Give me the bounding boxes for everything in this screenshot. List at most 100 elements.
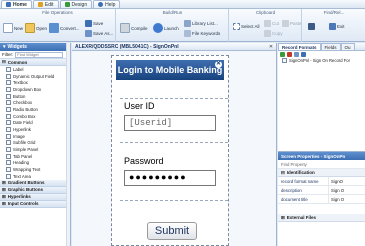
widget-icon <box>6 120 11 126</box>
select-all-icon <box>233 23 240 30</box>
screen-body: User ID [Userid] Password ●●●●●●●●● Subm… <box>116 80 228 242</box>
find-button[interactable] <box>308 23 315 30</box>
convert-button[interactable]: Convert... <box>49 23 80 33</box>
close-icon[interactable]: ✕ <box>215 61 222 68</box>
category-item[interactable]: ⊞ Hyperlinks <box>0 193 70 201</box>
property-value[interactable]: Sign O <box>328 195 365 203</box>
tab-label: Edit <box>44 1 54 8</box>
library-list-button[interactable]: Library List... <box>184 20 218 27</box>
widget-item[interactable]: Heading <box>0 160 70 167</box>
record-toolbar <box>278 51 365 58</box>
move-up-icon[interactable] <box>301 52 306 57</box>
paste-button[interactable]: Paste <box>282 20 302 27</box>
category-item[interactable]: ⊞ Graphic Buttons <box>0 186 70 194</box>
widget-icon <box>6 147 11 153</box>
submit-button[interactable]: Submit <box>147 222 197 240</box>
widgets-panel-header: ▾ Widgets <box>0 43 70 51</box>
save-button[interactable]: Save <box>85 20 103 27</box>
tab-record-formats[interactable]: Record Formats <box>278 43 321 50</box>
property-key: description <box>281 187 302 193</box>
widget-item[interactable]: Dropdown Box <box>0 86 70 93</box>
file-keywords-button[interactable]: File Keywords <box>184 30 220 37</box>
find-property-label[interactable]: Find Property <box>278 162 328 167</box>
new-button[interactable]: New <box>3 23 23 33</box>
compile-button[interactable]: Compile <box>120 23 148 33</box>
tab-output[interactable]: Ou <box>340 43 355 50</box>
open-button[interactable]: Open <box>25 23 47 33</box>
userid-field[interactable]: [Userid] <box>124 115 216 131</box>
binoculars-icon <box>308 23 315 30</box>
cut-icon <box>264 20 271 27</box>
category-common[interactable]: ⊟ Common <box>0 59 70 66</box>
tab-fields[interactable]: Fields <box>320 43 341 50</box>
password-label[interactable]: Password <box>124 156 164 166</box>
widgets-icon: ▾ <box>3 44 6 50</box>
launch-button[interactable]: Launch <box>153 23 179 33</box>
mobile-screen: Login to Mobile Banking ✕ User ID [Useri… <box>111 55 229 246</box>
tab-help[interactable]: Help <box>93 0 121 8</box>
widget-item[interactable]: Hyperlink <box>0 126 70 133</box>
widget-item[interactable]: Label <box>0 66 70 73</box>
collapse-icon: ⊟ <box>281 169 285 175</box>
widget-item[interactable]: Subfile Grid <box>0 140 70 147</box>
expand-icon: ⊞ <box>2 179 6 185</box>
widget-item[interactable]: Image <box>0 133 70 140</box>
new-file-icon <box>3 23 13 33</box>
widget-filter-input[interactable] <box>15 51 64 58</box>
expand-icon: ⊞ <box>2 193 6 199</box>
widget-item[interactable]: Tab Panel <box>0 153 70 160</box>
userid-label[interactable]: User ID <box>124 101 155 111</box>
tab-label: Help <box>105 1 116 8</box>
widget-icon <box>6 66 11 72</box>
password-field[interactable]: ●●●●●●●●● <box>124 170 216 186</box>
category-item[interactable]: ⊞ Gradient Buttons <box>0 179 70 187</box>
widget-icon <box>6 93 11 99</box>
copy-icon[interactable] <box>294 52 299 57</box>
screen-header[interactable]: Login to Mobile Banking ✕ <box>116 60 224 80</box>
divider <box>120 142 228 143</box>
widget-item[interactable]: Textbox <box>0 79 70 86</box>
tab-home[interactable]: Home <box>1 0 32 8</box>
save-as-icon <box>85 30 92 37</box>
paste-icon <box>282 20 289 27</box>
property-value[interactable]: Sign O <box>328 186 365 194</box>
widget-item[interactable]: Wrapping Text <box>0 166 70 173</box>
identification-section[interactable]: ⊟ Identification <box>278 169 365 177</box>
divider <box>120 200 228 201</box>
exit-icon <box>329 23 336 30</box>
scrollbar[interactable] <box>66 43 70 246</box>
exit-button[interactable]: Exit <box>329 23 345 30</box>
close-icon[interactable]: ✕ <box>268 44 274 50</box>
widget-icon <box>6 173 11 179</box>
widget-item[interactable]: Simple Panel <box>0 146 70 153</box>
widget-item[interactable]: Button <box>0 93 70 100</box>
menu-tab-bar: Home Edit Design Help <box>0 0 365 9</box>
widget-item[interactable]: Text Area <box>0 173 70 180</box>
file-operations-group: File Operations New Open Convert... Save… <box>0 9 116 42</box>
widget-item[interactable]: Checkbox <box>0 99 70 106</box>
tab-design[interactable]: Design <box>59 0 93 8</box>
tab-edit[interactable]: Edit <box>32 0 59 8</box>
copy-button[interactable]: Copy <box>264 30 283 37</box>
cut-button[interactable]: Cut <box>264 20 279 27</box>
designer-title: ALEXR/QDDSSRC (MBL5041C) - SignOnPnl <box>72 43 276 51</box>
widget-item[interactable]: Combo Box <box>0 113 70 120</box>
property-row[interactable]: document title Sign O <box>278 195 365 204</box>
select-all-button[interactable]: Select All <box>233 23 260 30</box>
category-item[interactable]: ⊞ Input Controls <box>0 200 70 208</box>
widget-item[interactable]: Date Field <box>0 120 70 127</box>
widget-list: Label Dynamic Output Field Textbox Dropdown… <box>0 66 70 180</box>
property-row[interactable]: description Sign O <box>278 186 365 195</box>
record-tree-item[interactable]: SignOnPnl - Sign On Record For <box>278 58 365 63</box>
widget-item[interactable]: Radio Button <box>0 106 70 113</box>
category-list: ⊞ Gradient Buttons ⊞ Graphic Buttons ⊞ Hyperl… <box>0 179 70 208</box>
delete-icon[interactable] <box>287 52 292 57</box>
save-icon <box>85 20 92 27</box>
property-row[interactable]: record format name SignO <box>278 177 365 186</box>
add-icon[interactable] <box>280 52 285 57</box>
save-as-button[interactable]: Save As... <box>85 30 113 37</box>
external-files-section[interactable]: ⊞ External Files <box>278 214 365 222</box>
widget-item[interactable]: Dynamic Output Field <box>0 73 70 80</box>
property-value[interactable]: SignO <box>328 177 365 185</box>
right-tabs: Record Formats Fields Ou <box>278 43 365 51</box>
